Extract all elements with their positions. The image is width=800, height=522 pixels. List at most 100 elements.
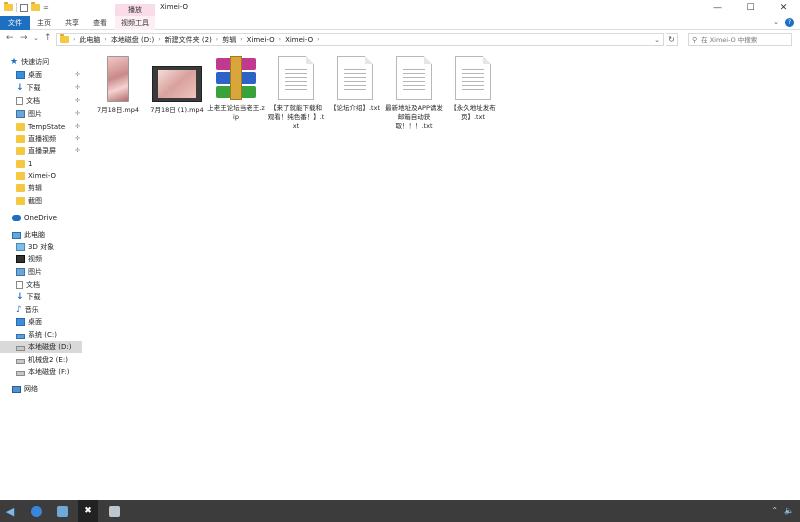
nav-edit[interactable]: 剪辑 xyxy=(16,182,98,194)
recent-locations-button[interactable]: ⌄ xyxy=(33,34,39,42)
pin-icon[interactable]: ✢ xyxy=(75,123,80,130)
download-icon: ↓ xyxy=(16,83,24,93)
nav-quick-access[interactable]: ★ 快速访问 xyxy=(10,56,92,68)
refresh-button[interactable]: ↻ xyxy=(666,33,678,46)
start-button[interactable]: ◀ xyxy=(0,500,20,522)
up-button[interactable]: ↑ xyxy=(44,33,52,43)
navigation-pane: ★ 快速访问 桌面 ✢ ↓ 下载 ✢ 文档 ✢ 图片 ✢ TempState ✢… xyxy=(0,52,90,492)
nav-pc-documents[interactable]: 文档 xyxy=(16,279,98,291)
breadcrumb-edit[interactable]: 剪辑 xyxy=(222,35,236,45)
pin-icon[interactable]: ✢ xyxy=(75,110,80,117)
file-item[interactable]: 上老王论坛当老王.zip xyxy=(206,54,266,144)
file-item[interactable]: 7月18日.mp4 xyxy=(88,54,148,144)
search-input[interactable] xyxy=(699,34,791,45)
nav-label: 图片 xyxy=(28,268,42,276)
nav-this-pc[interactable]: 此电脑 xyxy=(12,229,94,241)
forward-button[interactable]: → xyxy=(20,33,28,43)
breadcrumb-this-pc[interactable]: 此电脑 xyxy=(79,35,100,45)
address-dropdown-button[interactable]: ⌄ xyxy=(654,36,660,44)
window-controls: — ☐ ✕ xyxy=(701,0,800,16)
nav-live-recording[interactable]: 直播录屏 xyxy=(16,145,98,157)
properties-icon[interactable] xyxy=(20,3,28,12)
file-item[interactable]: 【论坛介绍】.txt xyxy=(325,54,385,144)
nav-ximei-o[interactable]: Ximei-O xyxy=(16,170,98,182)
tab-view[interactable]: 查看 xyxy=(87,16,113,30)
minimize-button[interactable]: — xyxy=(701,0,734,16)
help-icon[interactable]: ? xyxy=(785,18,794,27)
context-tab-play[interactable]: 播放 xyxy=(115,4,155,16)
pin-icon[interactable]: ✢ xyxy=(75,135,80,142)
address-bar[interactable]: › 此电脑 › 本地磁盘 (D:) › 新建文件夹 (2) › 剪辑 › Xim… xyxy=(56,33,664,46)
cloud-icon xyxy=(12,215,21,221)
tab-home[interactable]: 主页 xyxy=(31,16,57,30)
close-button[interactable]: ✕ xyxy=(767,0,800,16)
video-thumbnail xyxy=(152,66,202,102)
nav-folder-1[interactable]: 1 xyxy=(16,158,98,170)
nav-music[interactable]: ♪ 音乐 xyxy=(16,304,98,316)
file-name: 上老王论坛当老王.zip xyxy=(207,104,265,121)
file-item[interactable]: 【来了就能下载和观看！纯色番！】.txt xyxy=(266,54,326,144)
breadcrumb-ximei-o-current[interactable]: Ximei-O xyxy=(285,36,313,44)
nav-downloads[interactable]: ↓ 下载 xyxy=(16,82,98,94)
nav-label: 网络 xyxy=(24,385,38,393)
chevron-right-icon[interactable]: › xyxy=(216,36,218,43)
music-note-icon: ♪ xyxy=(16,305,22,315)
printer-icon xyxy=(108,505,120,517)
taskbar-app-capcut[interactable]: ✖ xyxy=(78,500,98,522)
file-name: 7月18日 (1).mp4 xyxy=(150,106,204,114)
taskbar-app-edge[interactable] xyxy=(26,500,46,522)
nav-drive-f[interactable]: 本地磁盘 (F:) xyxy=(16,366,98,378)
new-folder-icon[interactable] xyxy=(31,2,40,11)
breadcrumb-drive-d[interactable]: 本地磁盘 (D:) xyxy=(111,35,154,45)
volume-icon[interactable]: 🔈 xyxy=(784,506,794,515)
tab-file[interactable]: 文件 xyxy=(0,16,30,30)
nav-pc-desktop[interactable]: 桌面 xyxy=(16,316,98,328)
nav-network[interactable]: 网络 xyxy=(12,383,94,395)
nav-drive-c[interactable]: 系统 (C:) xyxy=(16,329,98,341)
nav-onedrive[interactable]: OneDrive xyxy=(12,212,94,224)
nav-drive-e[interactable]: 机械盘2 (E:) xyxy=(16,354,98,366)
chevron-right-icon[interactable]: › xyxy=(317,36,319,43)
file-item[interactable]: 7月18日 (1).mp4 xyxy=(147,54,207,144)
nav-pc-pictures[interactable]: 图片 xyxy=(16,266,98,278)
search-box[interactable]: ⚲ xyxy=(688,33,792,46)
nav-label: 音乐 xyxy=(24,306,39,314)
taskbar-app-files[interactable] xyxy=(52,500,72,522)
breadcrumb-ximei-o[interactable]: Ximei-O xyxy=(247,36,275,44)
pin-icon[interactable]: ✢ xyxy=(75,97,80,104)
tab-video-tools[interactable]: 视频工具 xyxy=(115,16,155,30)
chevron-right-icon[interactable]: › xyxy=(279,36,281,43)
nav-screenshots[interactable]: 截图 xyxy=(16,195,98,207)
pin-icon[interactable]: ✢ xyxy=(75,71,80,78)
nav-label: 桌面 xyxy=(28,318,42,326)
nav-pc-downloads[interactable]: ↓ 下载 xyxy=(16,291,98,303)
nav-pictures[interactable]: 图片 xyxy=(16,108,98,120)
pin-icon[interactable]: ✢ xyxy=(75,84,80,91)
maximize-button[interactable]: ☐ xyxy=(734,0,767,16)
nav-label: 直播视频 xyxy=(28,135,56,143)
back-button[interactable]: ← xyxy=(6,33,14,43)
chevron-up-icon[interactable]: ⌃ xyxy=(771,506,778,515)
file-name: 【永久地址发布页】.txt xyxy=(450,104,496,121)
nav-desktop[interactable]: 桌面 xyxy=(16,69,98,81)
nav-live-video[interactable]: 直播视频 xyxy=(16,133,98,145)
tab-share[interactable]: 共享 xyxy=(59,16,85,30)
nav-documents[interactable]: 文档 xyxy=(16,95,98,107)
window-title: Ximei-O xyxy=(160,3,189,11)
file-item[interactable]: 【永久地址发布页】.txt xyxy=(443,54,503,144)
nav-drive-d[interactable]: 本地磁盘 (D:) xyxy=(0,341,82,353)
nav-label: 3D 对象 xyxy=(28,243,55,251)
chevron-right-icon[interactable]: › xyxy=(240,36,242,43)
nav-tempstate[interactable]: TempState xyxy=(16,121,98,133)
ribbon-expand-button[interactable]: ⌄ xyxy=(773,18,779,27)
folder-icon xyxy=(16,123,25,131)
file-item[interactable]: 最新地址及APP请发邮箱自动获取！！！.txt xyxy=(384,54,444,144)
customize-toolbar-icon[interactable]: = xyxy=(43,4,49,12)
nav-3d-objects[interactable]: 3D 对象 xyxy=(16,241,98,253)
chevron-right-icon[interactable]: › xyxy=(158,36,160,43)
nav-videos[interactable]: 视频 xyxy=(16,253,98,265)
chevron-right-icon[interactable]: › xyxy=(104,36,106,43)
breadcrumb-new-folder-2[interactable]: 新建文件夹 (2) xyxy=(165,35,212,45)
taskbar-app-printer[interactable] xyxy=(104,500,124,522)
pin-icon[interactable]: ✢ xyxy=(75,147,80,154)
